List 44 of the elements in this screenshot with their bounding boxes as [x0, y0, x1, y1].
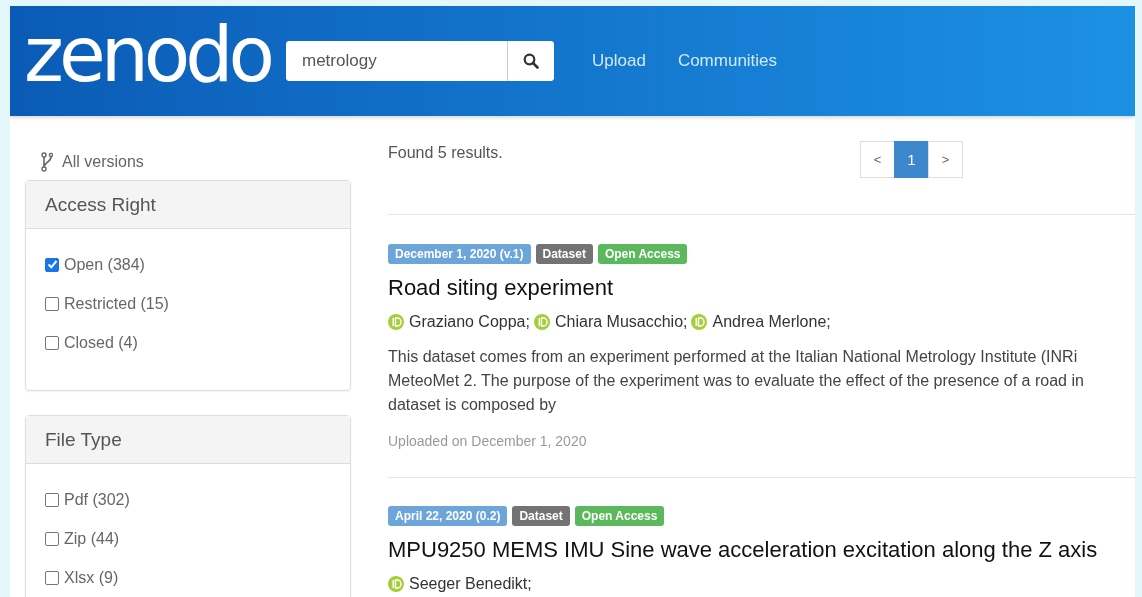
access-badge: Open Access [574, 506, 665, 526]
facet-title: File Type [26, 416, 350, 464]
checkbox[interactable] [45, 531, 59, 546]
filter-option-label[interactable]: Closed (4) [64, 333, 138, 352]
search-icon [523, 53, 539, 69]
author-name: Graziano Coppa; [409, 313, 530, 331]
filter-option-label[interactable]: Pdf (302) [64, 490, 130, 509]
results-count: Found 5 results. [388, 144, 504, 163]
record-title-link[interactable]: Road siting experiment [388, 275, 1135, 301]
orcid-icon [388, 576, 404, 592]
access-badge: Open Access [597, 244, 688, 264]
date-badge: April 22, 2020 (0.2) [388, 506, 508, 526]
checkbox[interactable] [45, 257, 59, 272]
filter-option-label[interactable]: Open (384) [64, 255, 145, 274]
facet-title: Access Right [26, 181, 350, 229]
author-name: Andrea Merlone; [712, 313, 831, 331]
checkbox[interactable] [45, 570, 59, 585]
search-button[interactable] [507, 41, 554, 81]
branch-icon [41, 152, 53, 172]
checkbox[interactable] [45, 492, 59, 507]
previous-page-button[interactable]: < [860, 141, 895, 178]
zenodo-logo[interactable]: zenodo [24, 17, 274, 93]
page-button[interactable]: 1 [894, 141, 929, 178]
type-badge: Dataset [512, 506, 570, 526]
author-name: Seeger Benedikt; [409, 575, 532, 593]
checkbox[interactable] [45, 335, 59, 350]
filter-option-label[interactable]: Xlsx (9) [64, 568, 119, 587]
nav-link[interactable]: Upload [592, 51, 646, 71]
all-versions-link[interactable]: All versions [62, 153, 144, 171]
next-page-button[interactable]: > [928, 141, 963, 178]
filter-option-label[interactable]: Zip (44) [64, 529, 120, 548]
nav-link[interactable]: Communities [677, 51, 778, 71]
search-field[interactable]: metrology [286, 41, 554, 81]
orcid-icon [533, 314, 550, 330]
filter-option-label[interactable]: Restricted (15) [64, 294, 169, 313]
date-badge: December 1, 2020 (v.1) [388, 244, 531, 264]
orcid-icon [388, 314, 404, 330]
upload-date: Uploaded on December 1, 2020 [388, 433, 588, 449]
orcid-icon [691, 314, 708, 330]
record-title-link[interactable]: MPU9250 MEMS IMU Sine wave acceleration excitation along the Z axis [388, 537, 1135, 563]
record-description: This dataset comes from an experiment performed at the Italian National Metrology Institute (INRi MeteoMet 2. The purpose of the experiment was to evaluate the effect of the presence of a road in dataset is composed by [388, 347, 1085, 415]
type-badge: Dataset [535, 244, 593, 264]
checkbox[interactable] [45, 296, 59, 311]
author-name: Chiara Musacchio; [554, 313, 688, 331]
